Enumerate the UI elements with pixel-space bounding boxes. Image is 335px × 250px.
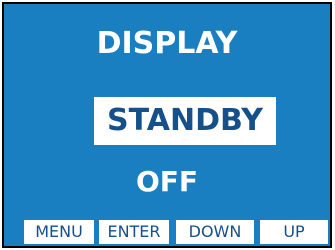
enter-button[interactable]: ENTER	[99, 220, 169, 244]
selected-mode-label: STANDBY	[107, 103, 263, 138]
device-display-frame: DISPLAY STANDBY OFF MENU ENTER DOWN UP	[0, 0, 335, 250]
selected-mode-highlight[interactable]: STANDBY	[94, 97, 276, 145]
up-button[interactable]: UP	[260, 220, 328, 244]
mode-value: OFF	[135, 165, 199, 198]
menu-button[interactable]: MENU	[24, 220, 94, 244]
down-button[interactable]: DOWN	[176, 220, 254, 244]
display-screen: DISPLAY STANDBY OFF MENU ENTER DOWN UP	[2, 2, 332, 248]
screen-title: DISPLAY	[96, 26, 238, 61]
softkey-bar: MENU ENTER DOWN UP	[24, 220, 328, 244]
